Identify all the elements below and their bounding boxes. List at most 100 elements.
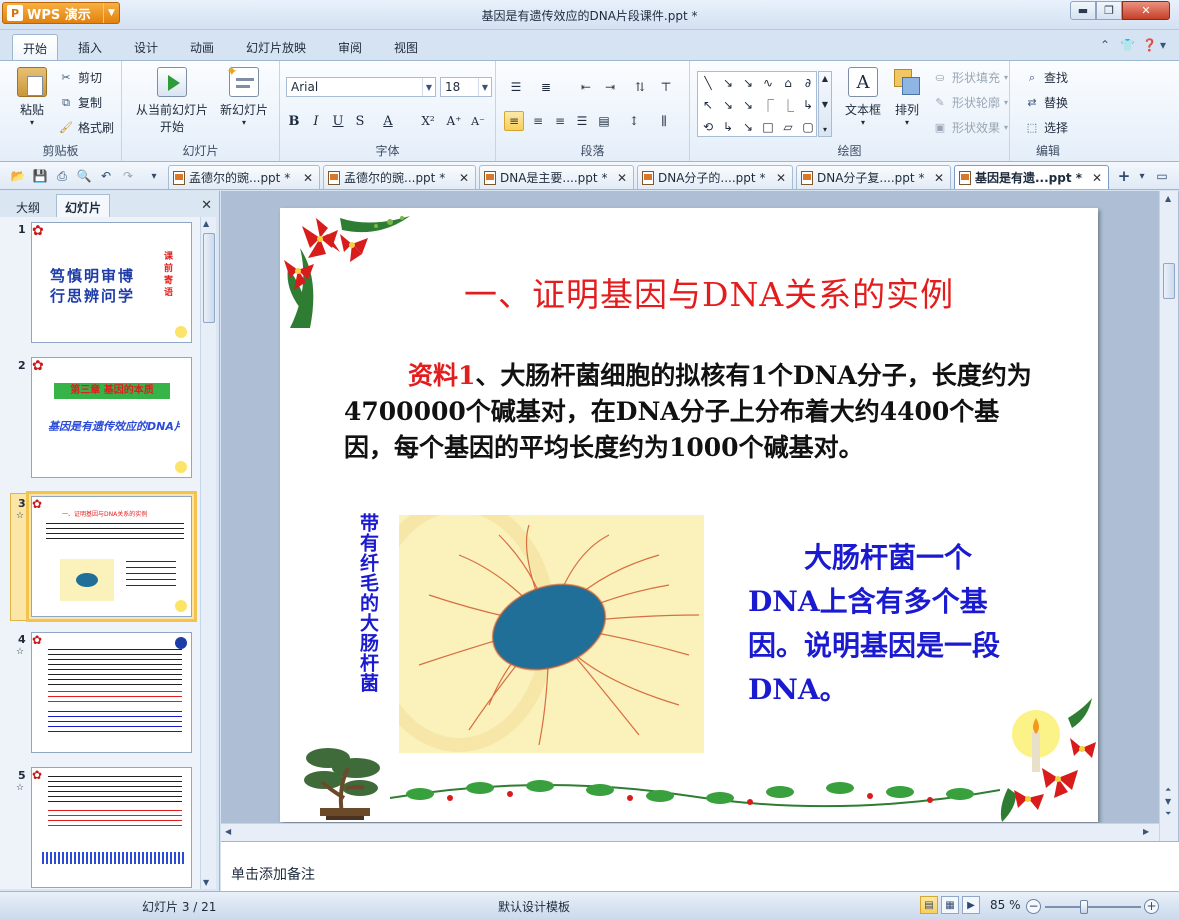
tab-slideshow[interactable]: 幻灯片放映 bbox=[238, 36, 314, 59]
find-button[interactable]: ⌕ 查找 bbox=[1024, 69, 1068, 86]
notes-placeholder[interactable]: 单击添加备注 bbox=[231, 864, 315, 884]
doc-tab-3[interactable]: DNA是主要....ppt * ✕ bbox=[479, 165, 634, 189]
zoom-slider-knob[interactable] bbox=[1080, 900, 1088, 914]
bold-button[interactable]: B bbox=[284, 111, 304, 131]
tab-review[interactable]: 审阅 bbox=[330, 36, 370, 59]
cut-button[interactable]: ✂ 剪切 bbox=[58, 69, 102, 86]
minimize-button[interactable]: ▬ bbox=[1070, 1, 1096, 20]
slide-sorter-view-icon[interactable]: ▦ bbox=[941, 896, 959, 914]
close-pane-icon[interactable]: ✕ bbox=[201, 198, 212, 213]
text-direction-icon[interactable]: ⇅ bbox=[630, 77, 650, 97]
close-tab-icon[interactable]: ✕ bbox=[303, 171, 313, 185]
slides-pane-scrollbar[interactable]: ▲ ▼ bbox=[200, 217, 216, 889]
redo-icon[interactable]: ↷ bbox=[120, 168, 136, 184]
scroll-up-icon[interactable]: ▲ bbox=[1165, 194, 1171, 203]
new-slide-button[interactable]: ✦ 新幻灯片 ▾ bbox=[218, 64, 270, 127]
close-tab-icon[interactable]: ✕ bbox=[934, 171, 944, 185]
bullets-icon[interactable]: ☰ bbox=[506, 77, 526, 97]
double-arrow-shape-icon[interactable]: ↘ bbox=[738, 72, 758, 94]
align-center-icon[interactable]: ≡ bbox=[528, 111, 548, 131]
notes-pane[interactable]: 单击添加备注 bbox=[221, 841, 1179, 891]
chevron-down-icon[interactable]: ▼ bbox=[822, 100, 828, 109]
shape-outline-button[interactable]: ✎ 形状轮廓 ▾ bbox=[932, 94, 1008, 111]
doc-tab-4[interactable]: DNA分子的....ppt * ✕ bbox=[637, 165, 793, 189]
grow-font-button[interactable]: A⁺ bbox=[444, 111, 464, 131]
scroll-thumb[interactable] bbox=[1163, 263, 1175, 299]
elbow-double-arrow-shape-icon[interactable]: ↳ bbox=[798, 94, 818, 116]
skin-icon[interactable]: 👕 bbox=[1120, 38, 1135, 52]
design-template-name[interactable]: 默认设计模板 bbox=[498, 898, 570, 915]
open-folder-icon[interactable]: 📂 bbox=[10, 168, 26, 184]
curved-double-arrow-shape-icon[interactable]: ↘ bbox=[738, 116, 758, 138]
tab-insert[interactable]: 插入 bbox=[70, 36, 110, 59]
play-from-current-button[interactable]: 从当前幻灯片 开始 bbox=[128, 67, 216, 135]
shape-gallery[interactable]: ╲ ↘ ↘ ∿ ⌂ ∂ ↖ ↘ ↘ ⎾ ⎿ ↳ ⟲ ↳ ↘ □ ▱ ▢ bbox=[697, 71, 817, 137]
scroll-up-icon[interactable]: ▲ bbox=[203, 219, 209, 228]
shape-effect-button[interactable]: ▣ 形状效果 ▾ bbox=[932, 119, 1008, 136]
paste-button[interactable]: 粘贴 ▾ bbox=[14, 67, 50, 127]
decrease-indent-icon[interactable]: ⇤ bbox=[576, 77, 596, 97]
editor-vertical-scrollbar[interactable]: ▲ ⏶ ▼ ⏷ bbox=[1159, 191, 1178, 841]
connector-arrow-shape-icon[interactable]: ↘ bbox=[718, 94, 738, 116]
slide-thumbnail-3[interactable]: ✿ 一、证明基因与DNA关系的实例 bbox=[26, 491, 197, 622]
editor-horizontal-scrollbar[interactable]: ◀ ▶ bbox=[221, 823, 1159, 841]
rectangle-shape-icon[interactable]: □ bbox=[758, 116, 778, 138]
slide-thumbnail-5[interactable]: ✿ bbox=[31, 767, 192, 888]
ecoli-image[interactable] bbox=[399, 515, 704, 753]
current-slide[interactable]: 一、证明基因与DNA关系的实例 资料1、大肠杆菌细胞的拟核有1个DNA分子，长度… bbox=[280, 208, 1098, 822]
conclusion-text[interactable]: 大肠杆菌一个DNA上含有多个基因。说明基因是一段DNA。 bbox=[748, 536, 1034, 712]
scroll-right-icon[interactable]: ▶ bbox=[1143, 827, 1149, 836]
slide-title[interactable]: 一、证明基因与DNA关系的实例 bbox=[464, 268, 954, 316]
curved-connector-shape-icon[interactable]: ⟲ bbox=[698, 116, 718, 138]
close-tab-icon[interactable]: ✕ bbox=[1092, 171, 1102, 185]
italic-button[interactable]: I bbox=[306, 111, 326, 131]
more-icon[interactable]: ▾ bbox=[823, 125, 827, 134]
line-spacing-icon[interactable]: ↕ bbox=[624, 111, 644, 131]
close-tab-icon[interactable]: ✕ bbox=[776, 171, 786, 185]
customize-toolbar-icon[interactable]: ▾ bbox=[146, 168, 162, 184]
arrow-shape-icon[interactable]: ↘ bbox=[718, 72, 738, 94]
zoom-level[interactable]: 85 % bbox=[990, 898, 1021, 912]
numbering-icon[interactable]: ≣ bbox=[536, 77, 556, 97]
chevron-up-icon[interactable]: ▲ bbox=[822, 74, 828, 83]
undo-icon[interactable]: ↶ bbox=[98, 168, 114, 184]
connector-double-arrow-shape-icon[interactable]: ↘ bbox=[738, 94, 758, 116]
font-name-select[interactable]: Arial ▼ bbox=[286, 77, 436, 97]
restore-tabs-icon[interactable]: ▭ bbox=[1154, 168, 1170, 184]
shape-gallery-scroll[interactable]: ▲ ▼ ▾ bbox=[818, 71, 832, 137]
justify-icon[interactable]: ☰ bbox=[572, 111, 592, 131]
align-text-icon[interactable]: ⊤ bbox=[656, 77, 676, 97]
close-tab-icon[interactable]: ✕ bbox=[459, 171, 469, 185]
freeform-shape-icon[interactable]: ⌂ bbox=[778, 72, 798, 94]
font-color-button[interactable]: A bbox=[378, 111, 398, 131]
copy-button[interactable]: ⧉ 复制 bbox=[58, 94, 102, 111]
doc-tab-5[interactable]: DNA分子复....ppt * ✕ bbox=[796, 165, 951, 189]
curve-shape-icon[interactable]: ∿ bbox=[758, 72, 778, 94]
scribble-shape-icon[interactable]: ∂ bbox=[798, 72, 818, 94]
distribute-icon[interactable]: ▤ bbox=[594, 111, 614, 131]
slideshow-view-icon[interactable]: ▶ bbox=[962, 896, 980, 914]
elbow-arrow-shape-icon[interactable]: ⎿ bbox=[778, 94, 798, 116]
tab-view[interactable]: 视图 bbox=[386, 36, 426, 59]
strikethrough-button[interactable]: S bbox=[350, 111, 370, 131]
close-tab-icon[interactable]: ✕ bbox=[617, 171, 627, 185]
textbox-button[interactable]: A 文本框 ▾ bbox=[838, 67, 888, 127]
font-size-select[interactable]: 18 ▼ bbox=[440, 77, 492, 97]
align-right-icon[interactable]: ≡ bbox=[550, 111, 570, 131]
zoom-out-icon[interactable]: − bbox=[1026, 899, 1041, 914]
chevron-down-icon[interactable]: ▼ bbox=[478, 78, 491, 96]
close-button[interactable]: ✕ bbox=[1122, 1, 1170, 20]
save-icon[interactable]: 💾 bbox=[32, 168, 48, 184]
tab-outline[interactable]: 大纲 bbox=[10, 196, 46, 219]
underline-button[interactable]: U bbox=[328, 111, 348, 131]
line-shape-icon[interactable]: ╲ bbox=[698, 72, 718, 94]
superscript-button[interactable]: X² bbox=[418, 111, 438, 131]
select-button[interactable]: ⬚ 选择 bbox=[1024, 119, 1068, 136]
normal-view-icon[interactable]: ▤ bbox=[920, 896, 938, 914]
align-left-icon[interactable]: ≡ bbox=[504, 111, 524, 131]
maximize-button[interactable]: ❐ bbox=[1096, 1, 1122, 20]
slide-thumbnail-1[interactable]: ✿ 笃慎明审博 行思辨问学 课前寄语 bbox=[31, 222, 192, 343]
scroll-down-icon[interactable]: ▼ bbox=[203, 878, 209, 887]
image-caption[interactable]: 带有纤毛的大肠杆菌 bbox=[355, 513, 381, 693]
chevron-down-icon[interactable]: ▼ bbox=[422, 78, 435, 96]
